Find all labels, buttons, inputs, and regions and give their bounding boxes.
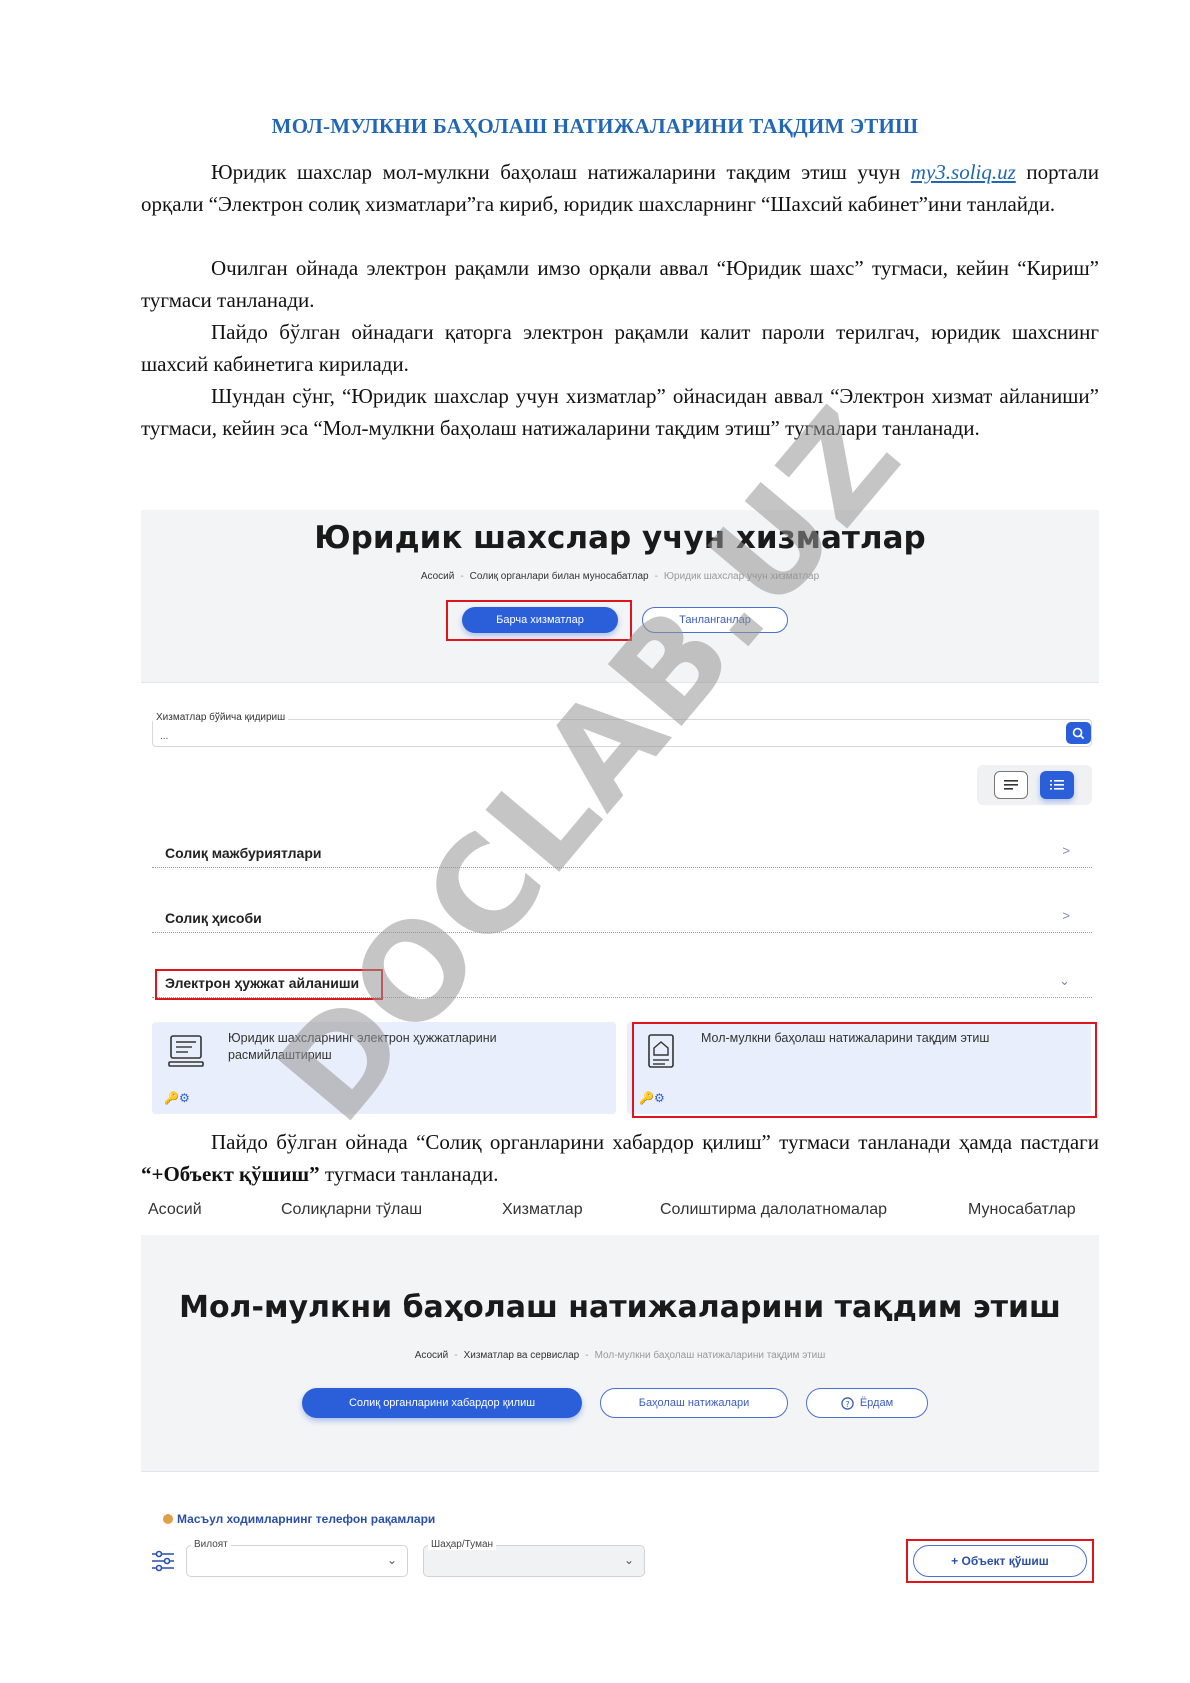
nav-tax-payments[interactable]: Солиқларни тўлаш — [281, 1201, 422, 1219]
view-toggle — [977, 765, 1092, 805]
highlight-box — [906, 1539, 1094, 1583]
breadcrumb: Асосий - Солиқ органлари билан муносабатла… — [420, 571, 820, 582]
portal-link[interactable]: my3.soliq.uz — [911, 160, 1016, 184]
city-district-label: Шаҳар/Туман — [428, 1539, 497, 1550]
search-value: ... — [160, 731, 169, 742]
document-title: МОЛ-МУЛКНИ БАҲОЛАШ НАТИЖАЛАРИНИ ТАҚДИМ Э… — [271, 114, 919, 138]
view-compact-button[interactable] — [994, 771, 1028, 799]
valuation-results-button[interactable]: Баҳолаш натижалари — [600, 1388, 788, 1418]
nav-relations[interactable]: Муносабатлар — [968, 1201, 1076, 1219]
paragraph-1: Юридик шахслар мол-мулкни баҳолаш натижа… — [141, 160, 1099, 216]
svg-text:?: ? — [845, 1398, 849, 1408]
chevron-down-icon: ⌄ — [1059, 973, 1070, 988]
search-icon — [1072, 727, 1085, 739]
key-gear-icon: 🔑⚙ — [164, 1091, 190, 1105]
screenshot-property-valuation: Мол-мулкни баҳолаш натижаларини тақдим э… — [141, 1235, 1099, 1594]
nav-home[interactable]: Асосий — [148, 1201, 202, 1219]
paragraph-3: Пайдо бўлган ойнадаги қаторга электрон р… — [141, 320, 1099, 376]
paragraph-5: Пайдо бўлган ойнада “Солиқ органларини х… — [141, 1130, 1099, 1186]
chevron-down-icon: ⌄ — [386, 1553, 397, 1567]
nav-reconciliation[interactable]: Солиштирма далолатномалар — [660, 1201, 887, 1219]
view-list-button[interactable] — [1040, 771, 1074, 799]
filter-icon[interactable] — [151, 1549, 175, 1573]
breadcrumb: Асосий - Хизматлар ва сервислар - Мол-мулкни… — [414, 1350, 826, 1361]
chevron-right-icon: > — [1062, 843, 1070, 858]
search-label: Хизматлар бўйича қидириш — [153, 712, 289, 723]
lines-icon — [1004, 780, 1018, 790]
chevron-right-icon: > — [1062, 908, 1070, 923]
help-icon: ? — [841, 1396, 854, 1410]
services-title: Юридик шахслар учун хизматлар — [314, 520, 926, 556]
highlight-box — [632, 1022, 1097, 1118]
chevron-down-icon: ⌄ — [623, 1553, 634, 1567]
computer-icon — [168, 1035, 204, 1067]
help-button[interactable]: ? Ёрдам — [806, 1388, 928, 1418]
phones-link[interactable]: Масъул ходимларнинг телефон рақамлари — [163, 1512, 435, 1526]
search-button[interactable] — [1066, 722, 1091, 744]
list-icon — [1050, 780, 1064, 790]
valuation-hero: Мол-мулкни баҳолаш натижаларини тақдим э… — [141, 1235, 1099, 1472]
valuation-title: Мол-мулкни баҳолаш натижаларини тақдим э… — [179, 1290, 1061, 1325]
paragraph-2: Очилган ойнада электрон рақамли имзо орқ… — [141, 256, 1099, 312]
phone-icon — [163, 1514, 173, 1524]
section-tax-account[interactable]: Солиқ ҳисоби > — [152, 902, 1092, 933]
nav-services[interactable]: Хизматлар — [502, 1201, 583, 1219]
region-label: Вилоят — [191, 1539, 231, 1550]
paragraph-4: Шундан сўнг, “Юридик шахслар учун хизмат… — [141, 384, 1099, 440]
top-navigation: Асосий Солиқларни тўлаш Хизматлар Солишт… — [141, 1197, 1099, 1227]
notify-tax-authorities-button[interactable]: Солиқ органларини хабардор қилиш — [302, 1388, 582, 1418]
